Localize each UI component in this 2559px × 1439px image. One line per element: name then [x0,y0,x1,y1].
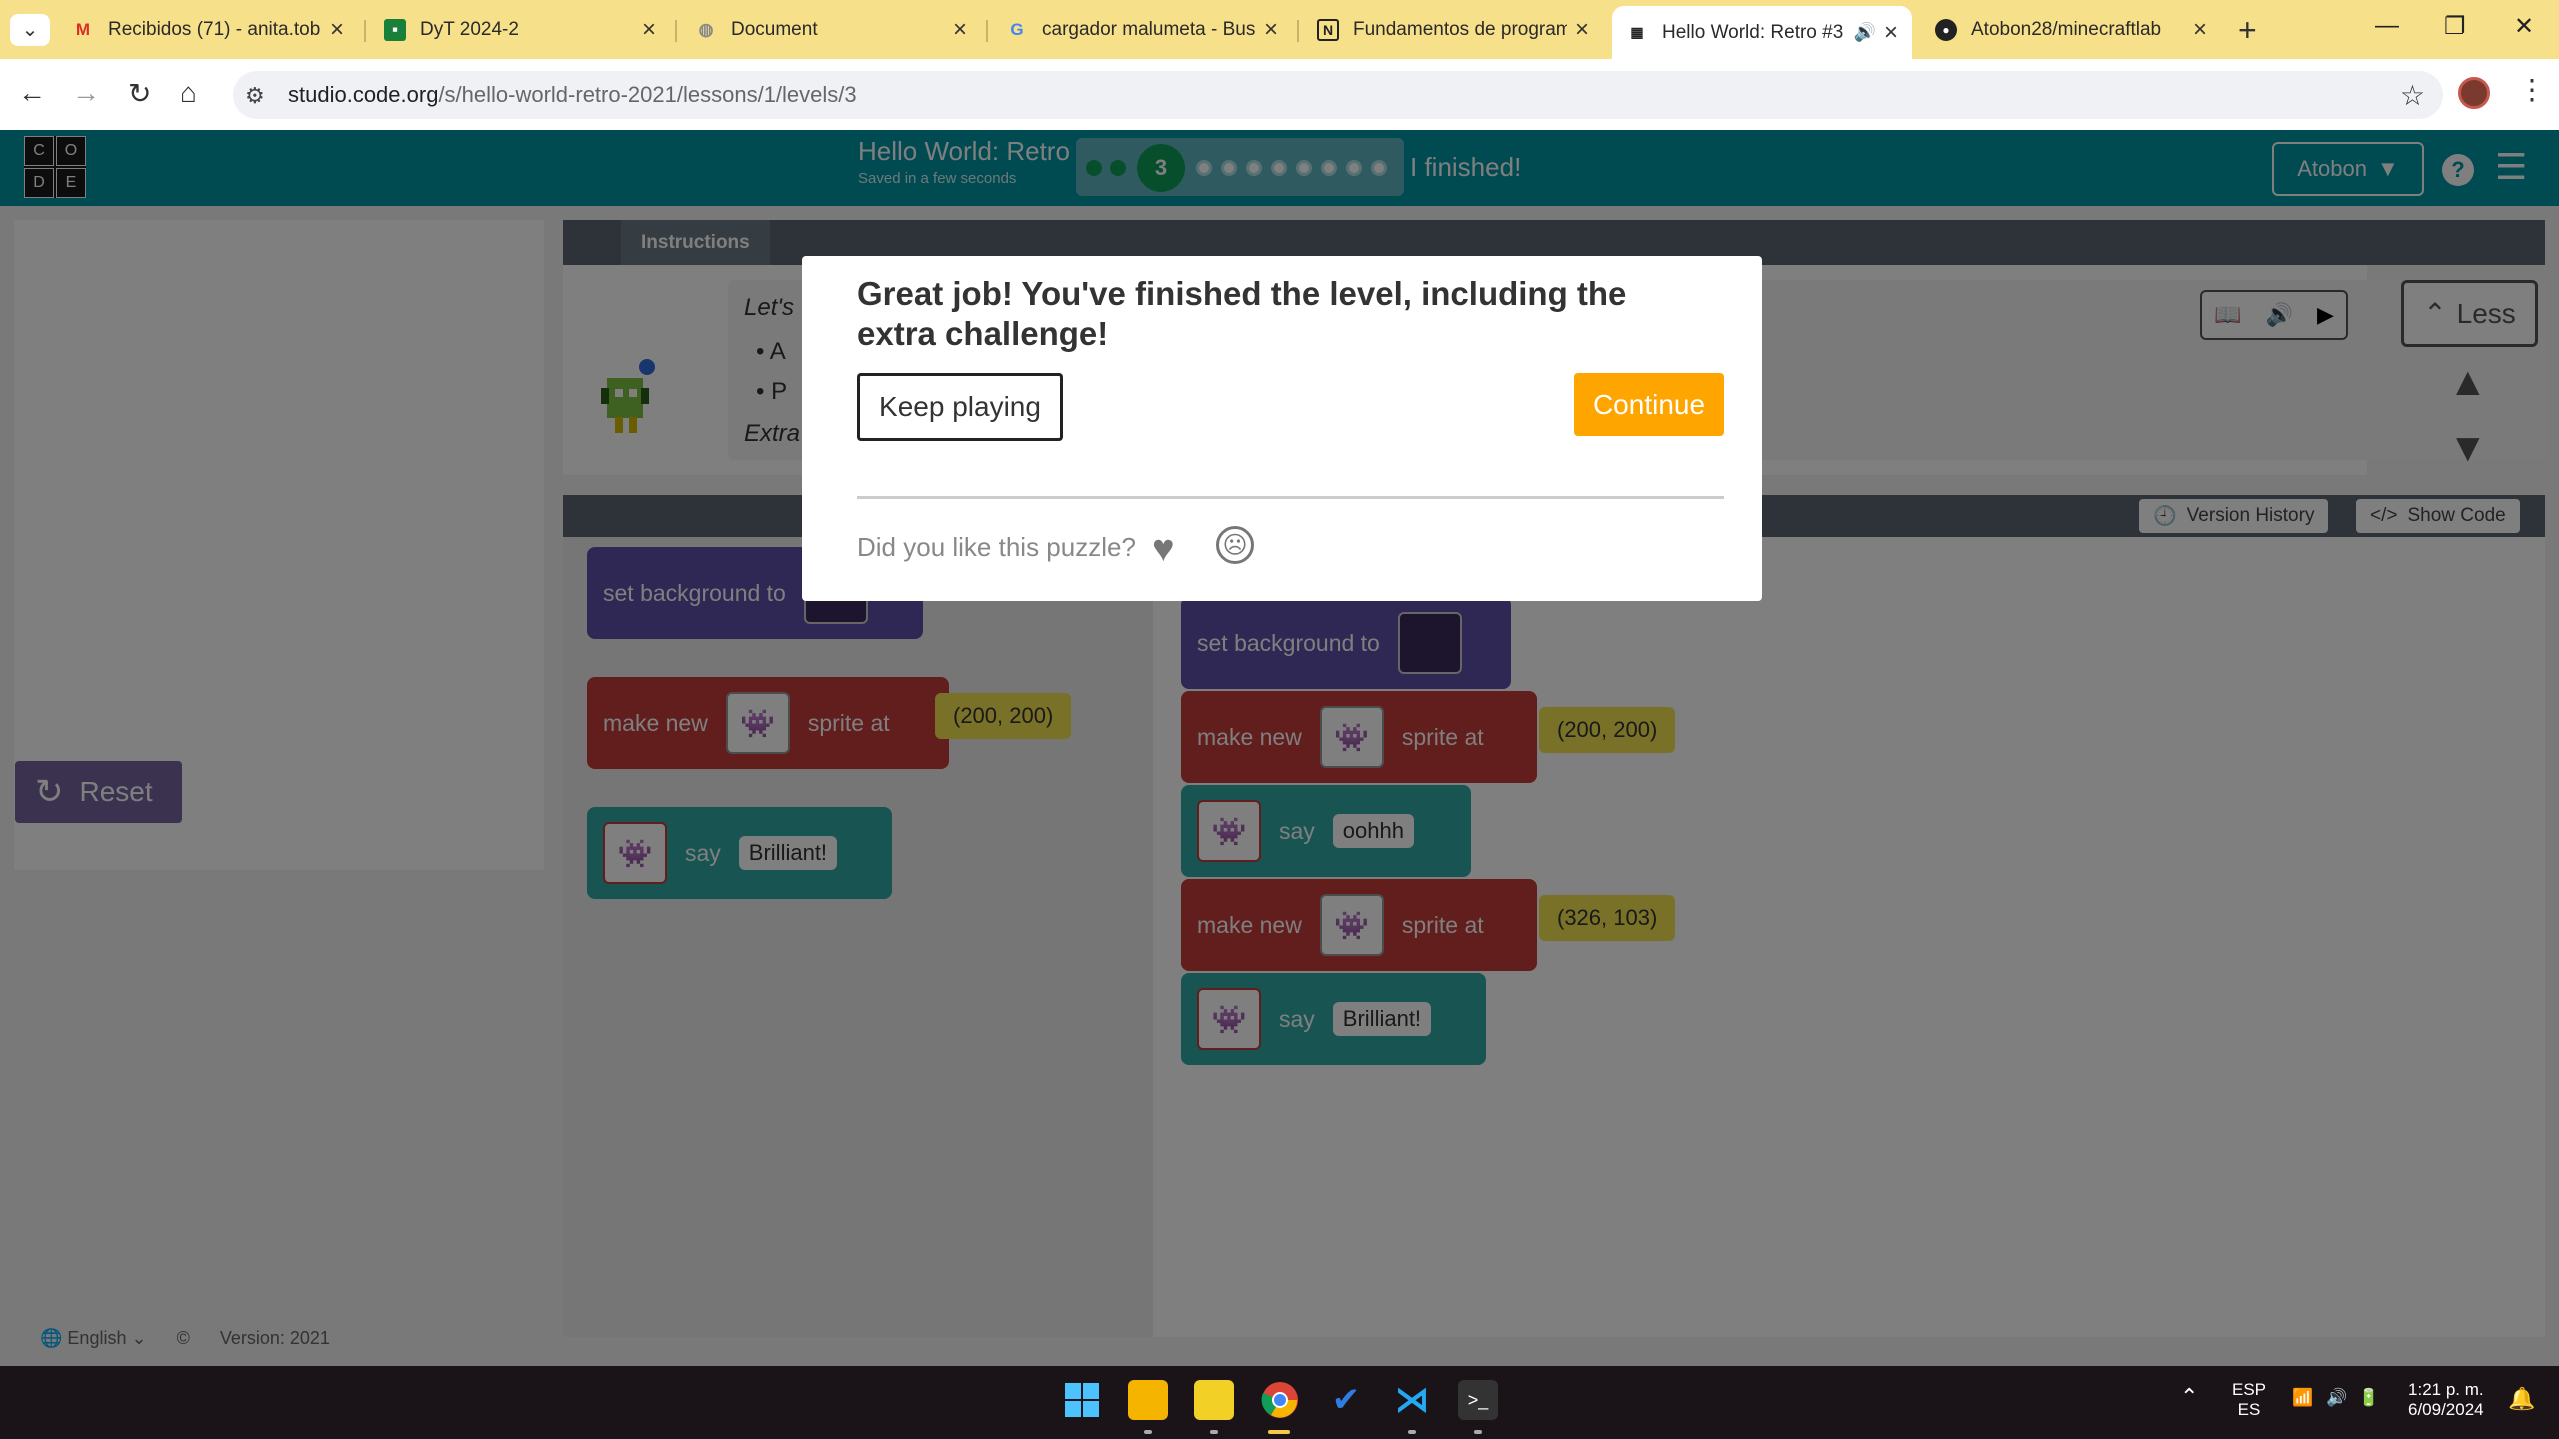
browser-tab-strip: ⌄ M Recibidos (71) - anita.tob × ▪ DyT 2… [0,0,2559,59]
tab-hello-world-retro[interactable]: ▦ Hello World: Retro #3 🔊 × [1612,6,1912,59]
tab-title: DyT 2024-2 [420,19,519,40]
close-icon[interactable]: × [1884,19,1898,47]
volume-icon[interactable]: 🔊 [2326,1388,2347,1408]
todo-icon[interactable]: ✔ [1326,1380,1366,1420]
wifi-icon[interactable]: 📶 [2292,1388,2313,1408]
running-indicator [1474,1430,1482,1434]
tab-separator [364,20,366,42]
lang-line: ES [2237,1400,2261,1419]
show-hidden-icons[interactable]: ⌃ [2180,1384,2198,1410]
github-icon: ● [1935,19,1957,41]
url-text[interactable]: studio.code.org/s/hello-world-retro-2021… [288,82,857,108]
tab-gmail[interactable]: M Recibidos (71) - anita.tob × [58,8,358,52]
close-icon[interactable]: × [953,16,967,44]
windows-start-icon[interactable] [1062,1380,1102,1420]
classroom-icon: ▪ [384,19,406,41]
close-icon[interactable]: × [330,16,344,44]
tab-separator [986,20,988,42]
battery-icon[interactable]: 🔋 [2358,1388,2379,1408]
keep-playing-button[interactable]: Keep playing [857,373,1063,441]
dialog-title: Great job! You've finished the level, in… [857,275,1627,352]
sad-face-icon[interactable]: ☹ [1216,526,1254,564]
lang-line: ESP [2232,1380,2267,1399]
windows-taskbar: ✔ ⋊ >_ ⌃ ESP ES 📶 🔊 🔋 1:21 p. m. 6/09/20… [0,1366,2559,1439]
vscode-icon[interactable]: ⋊ [1392,1380,1432,1420]
address-bar[interactable]: ⚙ studio.code.org/s/hello-world-retro-20… [233,71,2443,119]
browser-menu-icon[interactable]: ⋮ [2518,73,2546,106]
new-tab-button[interactable]: + [2238,12,2257,49]
tab-google-search[interactable]: G cargador malumeta - Bus × [992,8,1292,52]
dialog-divider [857,496,1724,499]
sticky-notes-icon[interactable] [1194,1380,1234,1420]
level-complete-dialog: Great job! You've finished the level, in… [802,256,1762,601]
browser-toolbar: ← → ↻ ⌂ ⚙ studio.code.org/s/hello-world-… [0,59,2559,130]
tab-title: Document [731,19,818,40]
site-info-icon[interactable]: ⚙ [245,83,265,109]
google-icon: G [1010,20,1024,39]
close-icon[interactable]: × [2193,16,2207,44]
speaker-icon[interactable]: 🔊 [1854,22,1876,43]
heart-icon[interactable]: ♥ [1152,528,1175,571]
gmail-icon: M [75,20,91,39]
tab-document[interactable]: ◍ Document × [681,8,981,52]
globe-icon: ◍ [698,20,714,39]
active-indicator [1268,1430,1290,1434]
tab-title: Atobon28/minecraftlab [1971,19,2162,40]
restore-icon[interactable]: ❐ [2444,12,2466,41]
file-explorer-icon[interactable] [1128,1380,1168,1420]
tab-separator [675,20,677,42]
running-indicator [1408,1430,1416,1434]
running-indicator [1144,1430,1152,1434]
notion-icon: N [1317,19,1339,41]
terminal-icon[interactable]: >_ [1458,1380,1498,1420]
bookmark-star-icon[interactable]: ☆ [2400,79,2425,112]
chrome-icon[interactable] [1260,1380,1300,1420]
close-icon[interactable]: × [642,16,656,44]
feedback-question: Did you like this puzzle? [857,532,1136,562]
tab-notion[interactable]: N Fundamentos de program × [1303,8,1603,52]
minimize-icon[interactable]: — [2375,12,2399,40]
tab-search-button[interactable]: ⌄ [10,14,50,46]
window-close-icon[interactable]: ✕ [2514,12,2534,41]
tab-title: Fundamentos de program [1353,19,1567,40]
home-icon[interactable]: ⌂ [180,77,197,109]
tab-title: cargador malumeta - Bus [1042,19,1256,40]
clock-time: 1:21 p. m. [2408,1380,2484,1399]
clock-date: 6/09/2024 [2408,1400,2484,1419]
input-language[interactable]: ESP ES [2232,1380,2266,1420]
reload-icon[interactable]: ↻ [128,77,151,110]
continue-button[interactable]: Continue [1574,373,1724,436]
tab-separator [1297,20,1299,42]
clock[interactable]: 1:21 p. m. 6/09/2024 [2408,1380,2484,1420]
code-org-icon: ▦ [1630,24,1644,40]
notification-bell-icon[interactable]: 🔔 [2508,1386,2535,1412]
tab-github[interactable]: ● Atobon28/minecraftlab × [1921,8,2221,52]
back-icon[interactable]: ← [18,77,46,109]
tab-title: Recibidos (71) - anita.tob [108,19,321,40]
profile-avatar[interactable] [2458,77,2490,109]
running-indicator [1210,1430,1218,1434]
forward-icon[interactable]: → [72,77,100,109]
tab-dyt[interactable]: ▪ DyT 2024-2 × [370,8,670,52]
close-icon[interactable]: × [1264,16,1278,44]
close-icon[interactable]: × [1575,16,1589,44]
tab-title: Hello World: Retro #3 [1662,21,1844,43]
